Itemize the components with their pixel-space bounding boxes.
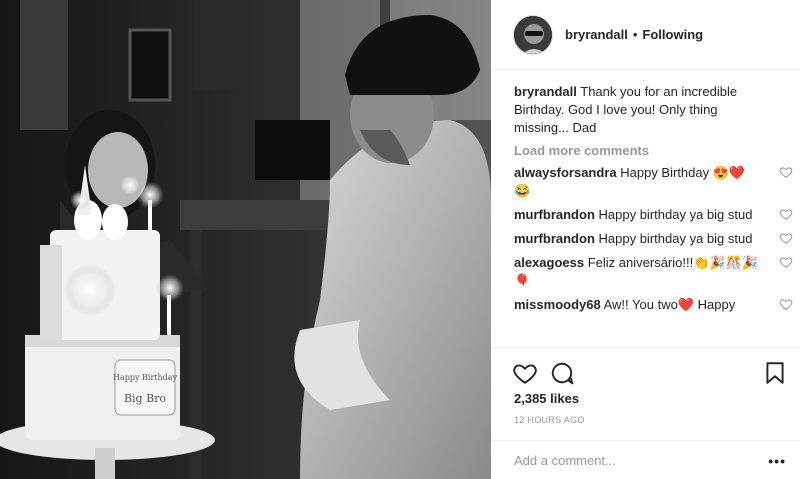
- comment-username[interactable]: murfbrandon: [514, 207, 595, 222]
- avatar[interactable]: [513, 14, 553, 55]
- following-button[interactable]: Following: [642, 27, 703, 42]
- header-username[interactable]: bryrandall: [565, 27, 628, 42]
- comment-username[interactable]: alwaysforsandra: [514, 165, 617, 180]
- comment-text: Happy birthday ya big stud: [598, 207, 753, 222]
- comment-like-heart-icon[interactable]: [779, 207, 793, 221]
- add-comment-bar: Add a comment... •••: [491, 440, 800, 479]
- caption-username[interactable]: bryrandall: [514, 84, 577, 99]
- add-comment-input[interactable]: Add a comment...: [514, 453, 616, 468]
- comment-item: missmoody68 Aw!! You two❤️ Happy: [514, 296, 793, 314]
- post-side-panel: bryrandall • Following bryrandall Thank …: [491, 0, 800, 479]
- photo-image: Happy Birthday Big Bro: [0, 0, 491, 479]
- more-options-icon[interactable]: •••: [768, 453, 786, 469]
- post-header: bryrandall • Following: [491, 0, 800, 70]
- comment-username[interactable]: missmoody68: [514, 297, 601, 312]
- post-photo[interactable]: Happy Birthday Big Bro: [0, 0, 491, 479]
- bookmark-icon[interactable]: [762, 360, 788, 386]
- load-more-comments-link[interactable]: Load more comments: [514, 143, 784, 158]
- post-timestamp: 12 HOURS AGO: [514, 415, 585, 425]
- comment-username[interactable]: murfbrandon: [514, 231, 595, 246]
- comment-like-heart-icon[interactable]: [779, 297, 793, 311]
- comment-like-heart-icon[interactable]: [779, 255, 793, 269]
- comment-item: alexagoess Feliz aniversário!!!👏🎉🎊🎉🎈: [514, 254, 793, 290]
- comment-text: Happy birthday ya big stud: [598, 231, 753, 246]
- comment-username[interactable]: alexagoess: [514, 255, 584, 270]
- comment-item: alwaysforsandra Happy Birthday 😍❤️😂: [514, 164, 793, 200]
- comment-text: Aw!! You two❤️ Happy: [603, 297, 736, 312]
- like-heart-icon[interactable]: [512, 360, 538, 386]
- post-caption: bryrandall Thank you for an incredible B…: [514, 83, 764, 137]
- comment-like-heart-icon[interactable]: [779, 165, 793, 179]
- comments-section[interactable]: bryrandall Thank you for an incredible B…: [491, 70, 800, 347]
- header-separator: •: [632, 27, 638, 42]
- cake-plaque-line1: Happy Birthday: [113, 373, 178, 382]
- likes-count[interactable]: 2,385 likes: [514, 391, 579, 406]
- cake-plaque-line2: Big Bro: [124, 392, 166, 405]
- comment-icon[interactable]: [549, 360, 575, 386]
- comment-item: murfbrandon Happy birthday ya big stud: [514, 230, 793, 248]
- comment-like-heart-icon[interactable]: [779, 231, 793, 245]
- comment-item: murfbrandon Happy birthday ya big stud: [514, 206, 793, 224]
- avatar-image: [514, 15, 552, 54]
